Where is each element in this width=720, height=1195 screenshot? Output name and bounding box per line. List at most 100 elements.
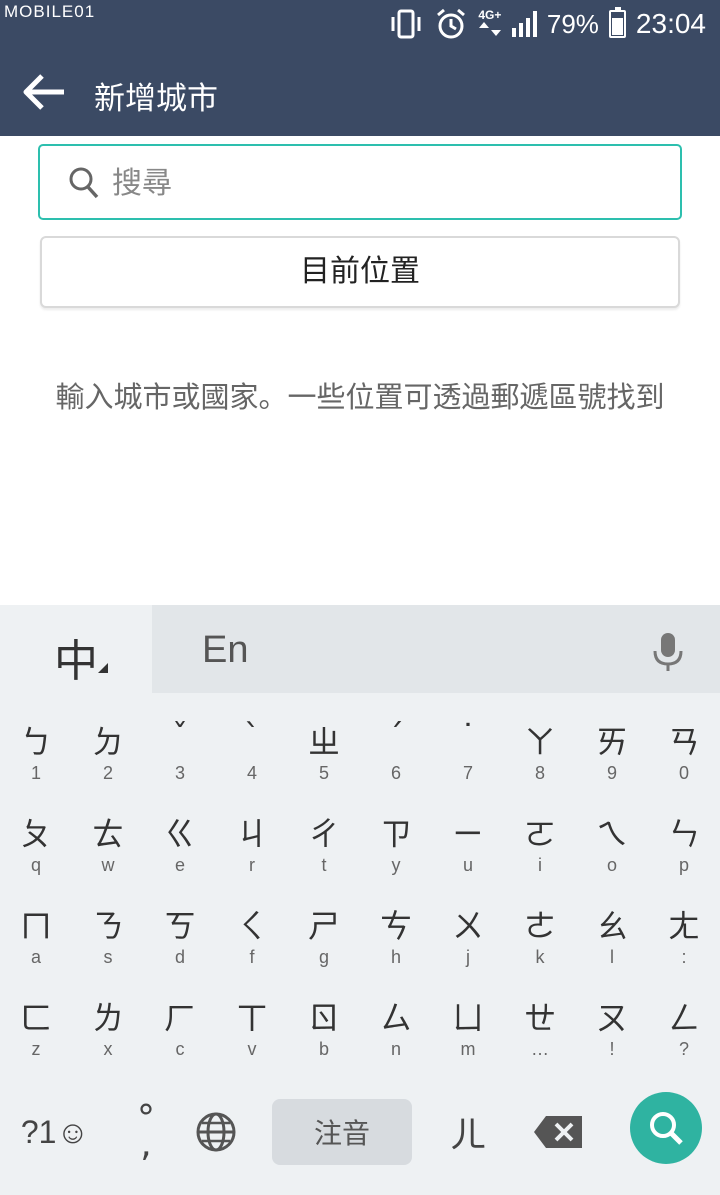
key-symbol: ㄛ xyxy=(523,815,556,853)
key[interactable]: ㄨj xyxy=(432,885,504,975)
key[interactable]: ㄢ0 xyxy=(648,701,720,791)
language-switch-key[interactable] xyxy=(186,1087,246,1177)
english-mode-key[interactable]: En xyxy=(202,629,248,672)
key[interactable]: ㄕg xyxy=(288,885,360,975)
search-icon xyxy=(69,167,99,199)
key-alt-char: p xyxy=(678,855,689,875)
key[interactable]: ㄤ: xyxy=(648,885,720,975)
battery-percent: 79% xyxy=(546,8,599,39)
key-symbol: ㄐ xyxy=(235,815,268,853)
key-symbol: ㄇ xyxy=(19,907,52,945)
key-alt-char: 2 xyxy=(102,763,113,783)
hint-text: 輸入城市或國家。一些位置可透過郵遞區號找到 xyxy=(55,380,665,414)
key[interactable]: ㄛi xyxy=(504,793,576,883)
key[interactable]: ㄍe xyxy=(144,793,216,883)
current-location-button[interactable]: 目前位置 xyxy=(40,236,680,308)
key[interactable]: ㄉ2 xyxy=(72,701,144,791)
key[interactable]: ㄇa xyxy=(0,885,72,975)
key-alt-char: o xyxy=(606,855,617,875)
key[interactable]: ㄚ8 xyxy=(504,701,576,791)
network-type-icon: 4G+ xyxy=(478,9,502,40)
search-action-key[interactable] xyxy=(630,1092,702,1164)
key[interactable]: ㄋs xyxy=(72,885,144,975)
key[interactable]: ㄖb xyxy=(288,977,360,1067)
key-row: ㄈ z ㄌ x ㄏ c ㄒ v ㄖ b ㄙ n ㄩ m ㄝ… ㄡ! ㄥ? xyxy=(0,977,720,1069)
key[interactable]: ㄒv xyxy=(216,977,288,1067)
key[interactable]: ㄗy xyxy=(360,793,432,883)
key-alt-char: e xyxy=(174,855,185,875)
key[interactable]: ㄥ? xyxy=(648,977,720,1067)
key[interactable]: ㄑf xyxy=(216,885,288,975)
key-alt-char: 0 xyxy=(678,763,689,783)
key[interactable]: ㄜk xyxy=(504,885,576,975)
key[interactable]: ㄏc xyxy=(144,977,216,1067)
key[interactable]: ㄓ5 xyxy=(288,701,360,791)
key-alt-char: i xyxy=(538,855,542,875)
key[interactable]: ˇ3 xyxy=(144,701,216,791)
keyboard-bottom-row: ?1☺ ° , 注音 ㄦ xyxy=(0,1087,720,1177)
key[interactable]: ˙ 7 xyxy=(432,701,504,791)
key-symbol: ㄅ xyxy=(19,723,52,761)
key-symbol: ㄖ xyxy=(307,999,340,1037)
key[interactable]: ㄙn xyxy=(360,977,432,1067)
key-alt-char: h xyxy=(390,947,401,967)
key-alt-char: 8 xyxy=(534,763,545,783)
key[interactable]: ㄊw xyxy=(72,793,144,883)
key-alt-char: s xyxy=(103,947,113,967)
key-alt-char: k xyxy=(535,947,545,967)
key-alt-char: n xyxy=(390,1039,401,1059)
key-symbol: ㄤ xyxy=(667,907,700,945)
search-box[interactable] xyxy=(38,144,682,220)
key[interactable]: ㄡ! xyxy=(576,977,648,1067)
key[interactable]: ㄠl xyxy=(576,885,648,975)
key[interactable]: ㄝ… xyxy=(504,977,576,1067)
key-alt-char: d xyxy=(174,947,185,967)
keyboard: 中 En ㄅ 1 ㄉ 2 ˇ 3 ˋ 4 ㄓ 5 ˊ 6 ˙ 7 ㄚ 8 ㄞ 9 ㄢ 0 ㄆ q ㄊ w ㄍ e ㄐ r ㄔ t ㄗ y ㄧ u ㄛ… xyxy=(0,605,720,1195)
key[interactable]: ㄟo xyxy=(576,793,648,883)
key[interactable]: ㄩm xyxy=(432,977,504,1067)
key[interactable]: ㄌx xyxy=(72,977,144,1067)
key[interactable]: ㄎd xyxy=(144,885,216,975)
microphone-icon[interactable] xyxy=(650,631,686,673)
symbols-key[interactable]: ?1☺ xyxy=(12,1087,98,1177)
back-arrow-icon xyxy=(23,74,64,110)
key[interactable]: ˋ4 xyxy=(216,701,288,791)
key-symbol: ㄣ xyxy=(667,815,700,853)
key[interactable]: ㄣp xyxy=(648,793,720,883)
key-symbol: ㄈ xyxy=(19,999,52,1037)
key-alt-char: z xyxy=(31,1039,41,1059)
key[interactable]: ㄈz xyxy=(0,977,72,1067)
back-button[interactable] xyxy=(18,68,70,116)
space-key[interactable]: 注音 xyxy=(272,1099,412,1165)
backspace-key[interactable] xyxy=(526,1087,590,1177)
key[interactable]: ˊ6 xyxy=(360,701,432,791)
key-symbol: ㄢ xyxy=(667,723,700,761)
er-key[interactable]: ㄦ xyxy=(430,1087,506,1177)
key-alt-char: q xyxy=(30,855,41,875)
chinese-mode-key[interactable]: 中 xyxy=(0,605,152,693)
key-alt-char: a xyxy=(30,947,41,967)
key[interactable]: ㄘh xyxy=(360,885,432,975)
status-icons: 4G+ 79% 23:04 xyxy=(388,0,706,48)
key-symbol: ㄨ xyxy=(451,907,484,945)
key-symbol: ˊ xyxy=(388,717,404,755)
key-symbol: ˙ xyxy=(460,717,476,755)
key[interactable]: ㄅ1 xyxy=(0,701,72,791)
key-symbol: ˇ xyxy=(172,717,188,755)
key-alt-char: x xyxy=(103,1039,113,1059)
search-input[interactable] xyxy=(112,156,672,210)
key-alt-char: : xyxy=(681,947,687,967)
key-alt-char: c xyxy=(175,1039,185,1059)
key-alt-char: f xyxy=(249,947,255,967)
key-symbol: ㄒ xyxy=(235,999,268,1037)
punctuation-key[interactable]: ° , xyxy=(118,1087,174,1177)
key[interactable]: ㄆq xyxy=(0,793,72,883)
key-symbol: ㄝ xyxy=(523,999,556,1037)
key-symbol: ㄚ xyxy=(523,723,556,761)
key[interactable]: ㄧu xyxy=(432,793,504,883)
key[interactable]: ㄞ9 xyxy=(576,701,648,791)
key-alt-char: 4 xyxy=(246,763,257,783)
key-symbol: ˋ xyxy=(244,717,260,755)
key[interactable]: ㄔt xyxy=(288,793,360,883)
key[interactable]: ㄐr xyxy=(216,793,288,883)
